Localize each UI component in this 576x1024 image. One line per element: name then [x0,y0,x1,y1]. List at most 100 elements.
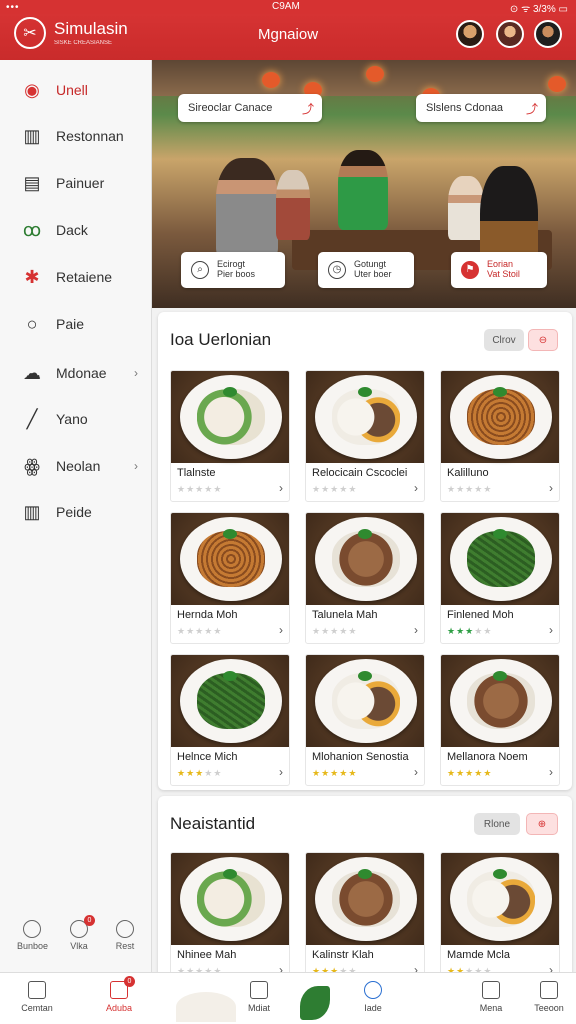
star-icon: ★ [321,484,331,494]
dish-photo [306,513,424,605]
diner-figure [448,176,484,240]
star-icon: ★ [447,626,457,636]
rating-stars: ★★★★★ [312,484,357,495]
star-icon: ★ [204,484,214,494]
nav-item[interactable]: 0 Aduba [94,976,144,1013]
dish-card[interactable]: Hernda Moh ★★★★★ › [170,512,290,644]
sidebar-shortcut[interactable]: Rest [110,920,140,951]
favorite-button[interactable]: ⊕ [526,813,558,835]
avatar[interactable] [534,20,562,48]
hero-chip[interactable]: Slslens Cdonaa ⤴ [416,94,546,122]
building-icon: ▥ [23,125,41,146]
chevron-right-icon[interactable]: › [414,765,418,779]
dish-photo [171,655,289,747]
dish-card[interactable]: Mlohanion Senostia ★★★★★ › [305,654,425,786]
dish-card[interactable]: Mamde Mcla ★★★★★ › [440,852,560,984]
dish-photo [441,853,559,945]
sidebar-item-7[interactable]: ╱ Yano [0,399,152,439]
dish-card[interactable]: Kalilluno ★★★★★ › [440,370,560,502]
dish-card[interactable]: Finlened Moh ★★★★★ › [440,512,560,644]
nav-item[interactable]: Mdiat [234,981,284,1013]
clock-icon: 0 [70,915,95,938]
sidebar-item-9[interactable]: ▥ Peide [0,492,152,532]
avatar[interactable] [456,20,484,48]
dish-name: Mamde Mcla [447,949,510,961]
food-image [332,871,400,927]
hero-action-card[interactable]: ◷ Gotungt Uter boer [318,252,414,288]
sidebar-shortcut[interactable]: Bunboe [17,920,48,951]
hero-card-line2: Pier boos [217,269,256,279]
nav-item[interactable]: Teeoon [524,981,574,1013]
chevron-right-icon[interactable]: › [549,623,553,637]
clock-icon: ◷ [328,261,346,279]
star-icon: ★ [456,626,466,636]
hero-action-card[interactable]: ⚑ Eorian Vat Stoil [451,252,547,288]
dish-photo [306,655,424,747]
star-icon: ★ [339,626,349,636]
chevron-right-icon[interactable]: › [414,623,418,637]
hero-action-card[interactable]: ⌕ Ecirogt Pier boos [181,252,285,288]
logo-icon[interactable]: ✂ [14,17,46,49]
hero-chip[interactable]: Sireoclar Canace ⤴ [178,94,322,122]
avatar[interactable] [496,20,524,48]
food-image [467,673,535,729]
sidebar-item-8[interactable]: ꙮ Neolan › [0,446,152,486]
sidebar-item-label: Neolan [56,458,101,474]
menu-section: Ioa Uerlonian Clrov ⊖ Tlalnste ★★★★★ › Relo… [158,312,572,790]
rating-stars: ★★★★★ [312,768,357,779]
close-button[interactable]: Clrov [484,329,524,351]
brand-name: Simulasin [54,19,128,38]
more-button[interactable]: Rlone [474,813,520,835]
chevron-right-icon[interactable]: › [279,623,283,637]
sidebar-shortcut[interactable]: 0 Vlka [64,915,95,951]
food-image [197,389,265,445]
dish-card[interactable]: Mellanora Noem ★★★★★ › [440,654,560,786]
favorite-button[interactable]: ⊖ [528,329,558,351]
chevron-right-icon[interactable]: › [279,481,283,495]
sidebar-item-4[interactable]: ✱ Retaiene [0,257,152,297]
sidebar-item-2[interactable]: ▤ Painuer [0,163,152,203]
star-icon: ★ [312,484,322,494]
lantern-decoration [262,72,280,88]
star-icon: ★ [195,768,205,778]
garnish-image [223,387,237,397]
dish-card[interactable]: Nhinee Mah ★★★★★ › [170,852,290,984]
chevron-right-icon[interactable]: › [549,765,553,779]
star-icon: ★ [330,768,340,778]
sidebar-item-5[interactable]: ○ Paie [0,304,152,344]
nav-item[interactable]: Mena [466,981,516,1013]
hero-chip-label: Sireoclar Canace [188,102,273,114]
star-icon: ★ [213,768,223,778]
sidebar-item-6[interactable]: ☁ Mdonae › [0,353,152,393]
chevron-right-icon[interactable]: › [279,765,283,779]
dish-card[interactable]: Talunela Mah ★★★★★ › [305,512,425,644]
dish-card[interactable]: Kalinstr Klah ★★★★★ › [305,852,425,984]
food-image [332,673,400,729]
chevron-right-icon[interactable]: › [414,481,418,495]
garnish-image [493,869,507,879]
star-icon: ★ [456,768,466,778]
status-indicators: ⊙ ᯤ 3/3% ▭ [509,4,568,15]
sidebar-item-3[interactable]: ꝏ Dack [0,210,152,250]
dish-card[interactable]: Helnce Mich ★★★★★ › [170,654,290,786]
star-icon: ★ [330,626,340,636]
nav-item-label: Aduba [105,1003,133,1013]
food-image [197,871,265,927]
nav-item[interactable]: Iade [348,981,398,1013]
sidebar-item-1[interactable]: ▥ Restonnan [0,116,152,156]
home-icon [250,981,268,999]
food-image [332,389,400,445]
dish-card[interactable]: Tlalnste ★★★★★ › [170,370,290,502]
dish-card[interactable]: Relocicain Cscoclei ★★★★★ › [305,370,425,502]
dish-name: Tlalnste [177,467,216,479]
star-icon: ★ [348,626,358,636]
nav-item[interactable]: Cemtan [12,981,62,1013]
rating-stars: ★★★★★ [177,626,222,637]
dish-name: Relocicain Cscoclei [312,467,408,479]
flag-icon: ⚑ [461,261,479,279]
sidebar-item-0[interactable]: ◉ Unell [0,70,152,110]
chevron-right-icon[interactable]: › [549,481,553,495]
star-icon: ★ [339,484,349,494]
star-icon: ★ [186,626,196,636]
app-bar: ✂ Simulasin SISKE CREASIANSE Mgnaiow [0,14,576,60]
